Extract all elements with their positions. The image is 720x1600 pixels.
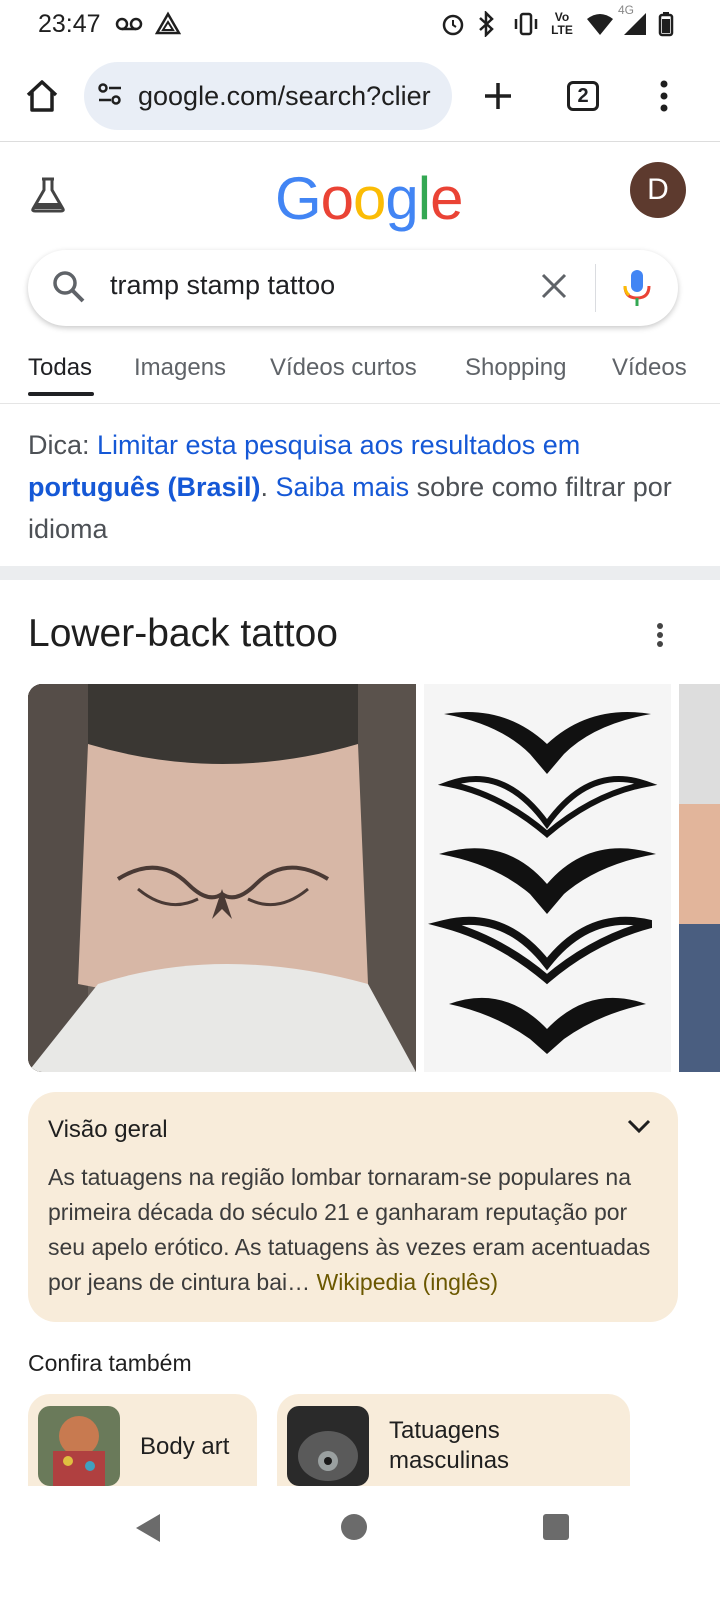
more-vert-icon	[657, 623, 663, 647]
logo-letter: g	[385, 165, 418, 232]
google-header: Google D	[0, 146, 720, 246]
tip-separator: .	[260, 472, 276, 502]
logo-letter: o	[353, 165, 386, 232]
tatuagens-masculinas-thumbnail	[287, 1406, 369, 1486]
search-box: tramp stamp tattoo	[28, 250, 678, 326]
system-nav-bar	[0, 1486, 720, 1600]
overview-text: As tatuagens na região lombar tornaram-s…	[48, 1160, 663, 1300]
section-separator	[0, 566, 720, 580]
knowledge-title: Lower-back tattoo	[28, 612, 339, 655]
recents-button[interactable]	[543, 1514, 569, 1540]
logo-letter: o	[320, 165, 354, 232]
drive-icon	[154, 11, 181, 37]
more-vert-icon	[660, 80, 668, 112]
labs-button[interactable]	[28, 176, 68, 219]
clear-icon[interactable]	[540, 272, 568, 305]
tip-prefix: Dica:	[28, 430, 98, 460]
tab-imagens[interactable]: Imagens	[134, 354, 226, 382]
wikipedia-link[interactable]: Wikipedia (inglês)	[317, 1269, 499, 1295]
status-bar: 23:47 Vo LTE 4G	[0, 0, 720, 48]
language-name: português (Brasil)	[28, 472, 261, 502]
search-input[interactable]: tramp stamp tattoo	[110, 270, 335, 301]
knowledge-more-button[interactable]	[656, 622, 664, 653]
bluetooth-icon	[476, 9, 502, 39]
tab-videos-curtos[interactable]: Vídeos curtos	[270, 354, 417, 382]
vibrate-icon	[512, 11, 538, 37]
search-icon[interactable]	[52, 270, 86, 309]
chip-label-body-art: Body art	[140, 1433, 230, 1460]
chevron-down-icon	[627, 1119, 651, 1134]
new-tab-button[interactable]	[466, 64, 530, 128]
result-image-1[interactable]	[28, 684, 416, 1072]
battery-icon	[658, 11, 684, 37]
body-art-thumbnail	[38, 1406, 120, 1486]
browser-menu-button[interactable]	[632, 64, 696, 128]
back-button[interactable]	[134, 1512, 162, 1549]
wifi-icon	[586, 11, 613, 37]
tab-todas[interactable]: Todas	[28, 354, 92, 382]
tab-count: 2	[567, 81, 599, 111]
home-icon	[26, 80, 58, 112]
active-tab-indicator	[28, 392, 94, 396]
search-tabs: Todas Imagens Vídeos curtos Shopping Víd…	[0, 340, 720, 404]
plus-icon	[485, 83, 511, 109]
signal-icon: 4G	[618, 3, 648, 37]
volte-label: Vo LTE	[551, 10, 573, 37]
limit-language-link-text: Limitar esta pesquisa aos resultados em	[97, 430, 581, 460]
result-image-3[interactable]	[679, 684, 720, 1072]
url-text: google.com/search?clier	[138, 80, 431, 111]
avatar[interactable]: D	[630, 162, 686, 218]
google-logo[interactable]: Google	[275, 164, 464, 233]
chip-label-tatuagens-masculinas: Tatuagens masculinas	[389, 1417, 510, 1474]
voicemail-icon	[115, 11, 142, 37]
tab-shopping[interactable]: Shopping	[465, 354, 566, 382]
tab-switcher-button[interactable]: 2	[551, 64, 615, 128]
language-tip: Dica: Limitar esta pesquisa aos resultad…	[28, 424, 688, 550]
overview-title: Visão geral	[48, 1116, 168, 1143]
see-also-chip-tatuagens-masculinas[interactable]: Tatuagens masculinas	[277, 1394, 630, 1486]
logo-letter: l	[417, 165, 431, 232]
home-nav-button[interactable]	[341, 1514, 367, 1540]
see-also-chip-body-art[interactable]: Body art	[28, 1394, 257, 1486]
learn-more-link[interactable]: Saiba mais	[276, 472, 410, 502]
home-button[interactable]	[10, 64, 74, 128]
logo-letter: G	[275, 165, 322, 232]
overview-card[interactable]: Visão geral As tatuagens na região lomba…	[28, 1092, 678, 1322]
browser-toolbar: google.com/search?clier 2	[0, 56, 720, 142]
see-also-heading: Confira também	[28, 1350, 192, 1376]
flask-icon	[31, 177, 65, 213]
back-icon	[136, 1514, 160, 1542]
mic-icon[interactable]	[622, 268, 652, 313]
search-divider	[595, 264, 596, 312]
logo-letter: e	[430, 165, 463, 232]
image-carousel	[28, 684, 720, 1072]
network-type-label: 4G	[618, 3, 635, 17]
result-image-2[interactable]	[424, 684, 671, 1072]
tab-videos[interactable]: Vídeos	[612, 354, 687, 382]
url-bar[interactable]: google.com/search?clier	[84, 62, 452, 130]
site-settings-icon[interactable]	[96, 80, 124, 113]
expand-button[interactable]	[626, 1116, 652, 1141]
alarm-icon	[440, 11, 466, 37]
status-time: 23:47	[38, 9, 101, 38]
